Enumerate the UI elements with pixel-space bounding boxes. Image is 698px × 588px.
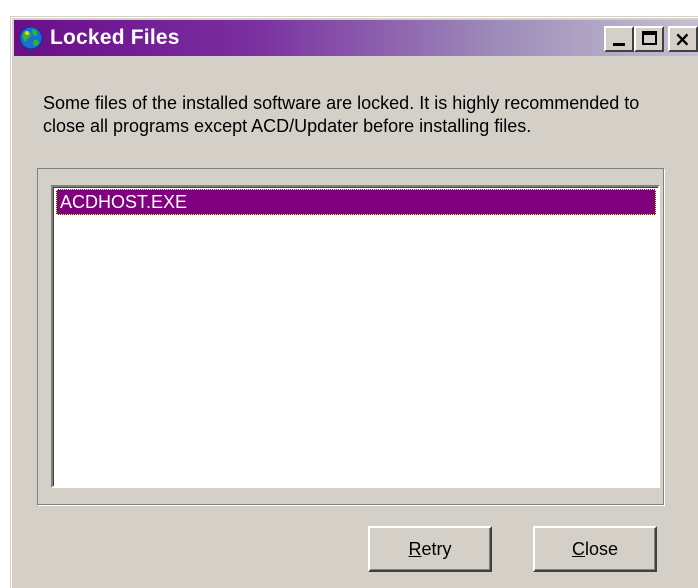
title-bar[interactable]: Locked Files ×	[14, 20, 698, 56]
maximize-icon	[642, 31, 657, 45]
close-window-button[interactable]: ×	[668, 26, 698, 52]
maximize-button[interactable]	[634, 26, 664, 52]
close-button-mnemonic: C	[571, 538, 585, 559]
globe-icon	[18, 25, 44, 51]
close-button[interactable]: Close	[533, 526, 657, 572]
locked-files-list[interactable]: ACDHOST.EXE	[51, 185, 660, 488]
locked-files-message: Some files of the installed software are…	[43, 93, 640, 136]
close-button-label: lose	[584, 538, 619, 559]
window-title: Locked Files	[50, 26, 180, 49]
minimize-icon	[613, 43, 625, 46]
minimize-button[interactable]	[604, 26, 634, 52]
retry-button-mnemonic: R	[408, 538, 422, 559]
list-item[interactable]: ACDHOST.EXE	[56, 189, 656, 215]
close-icon: ×	[674, 27, 691, 51]
retry-button-label: etry	[421, 538, 452, 559]
retry-button[interactable]: Retry	[368, 526, 492, 572]
